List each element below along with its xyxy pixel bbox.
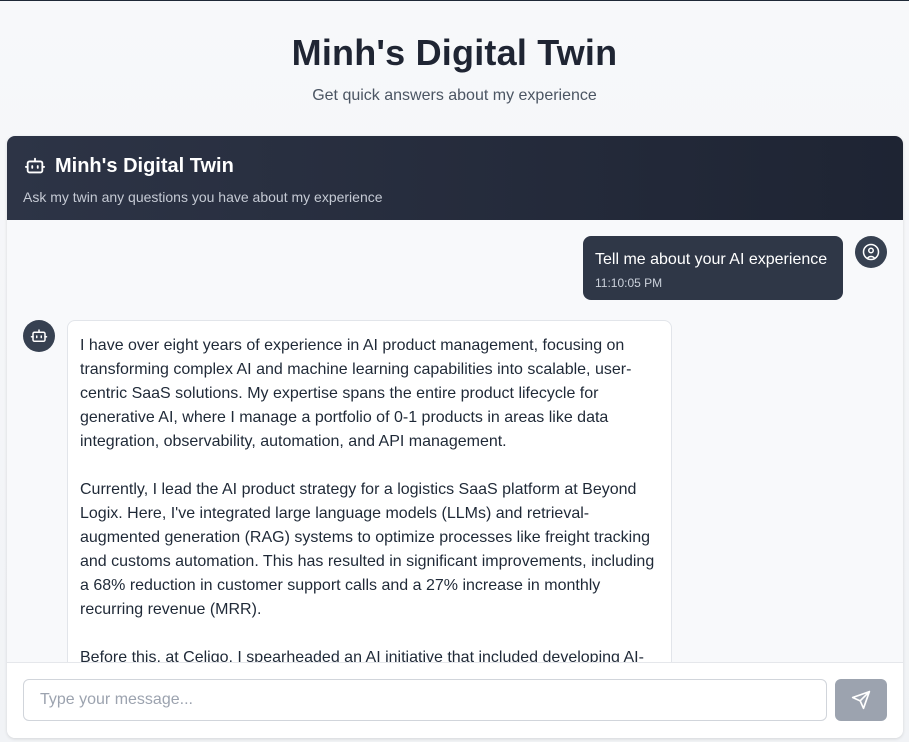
page: Minh's Digital Twin Get quick answers ab… xyxy=(0,0,909,742)
page-subtitle: Get quick answers about my experience xyxy=(312,87,597,104)
user-message: Tell me about your AI experience 11:10:0… xyxy=(583,236,843,300)
assistant-message-paragraph: I have over eight years of experience in… xyxy=(80,337,632,450)
message-list[interactable]: Tell me about your AI experience 11:10:0… xyxy=(7,220,903,662)
message-input[interactable] xyxy=(23,679,827,721)
composer xyxy=(7,662,903,738)
assistant-avatar xyxy=(23,320,55,352)
chat-header-row: Minh's Digital Twin xyxy=(23,154,887,178)
send-button[interactable] xyxy=(835,679,887,721)
user-avatar xyxy=(855,236,887,268)
bot-icon xyxy=(23,154,47,178)
user-icon xyxy=(862,243,880,261)
chat-window: Minh's Digital Twin Ask my twin any ques… xyxy=(7,136,903,738)
chat-title: Minh's Digital Twin xyxy=(55,155,234,177)
assistant-message-paragraph: Before this, at Celigo, I spearheaded an… xyxy=(80,649,644,662)
assistant-message: I have over eight years of experience in… xyxy=(67,320,672,662)
send-icon xyxy=(851,690,871,710)
user-message-timestamp: 11:10:05 PM xyxy=(595,276,663,290)
page-title: Minh's Digital Twin xyxy=(291,32,618,73)
chat-subtitle: Ask my twin any questions you have about… xyxy=(23,189,383,205)
chat-header: Minh's Digital Twin Ask my twin any ques… xyxy=(7,136,903,220)
page-header: Minh's Digital Twin Get quick answers ab… xyxy=(0,1,909,107)
user-message-text: Tell me about your AI experience xyxy=(595,251,828,268)
bot-icon xyxy=(30,327,48,345)
assistant-message-paragraph: Currently, I lead the AI product strateg… xyxy=(80,481,655,618)
